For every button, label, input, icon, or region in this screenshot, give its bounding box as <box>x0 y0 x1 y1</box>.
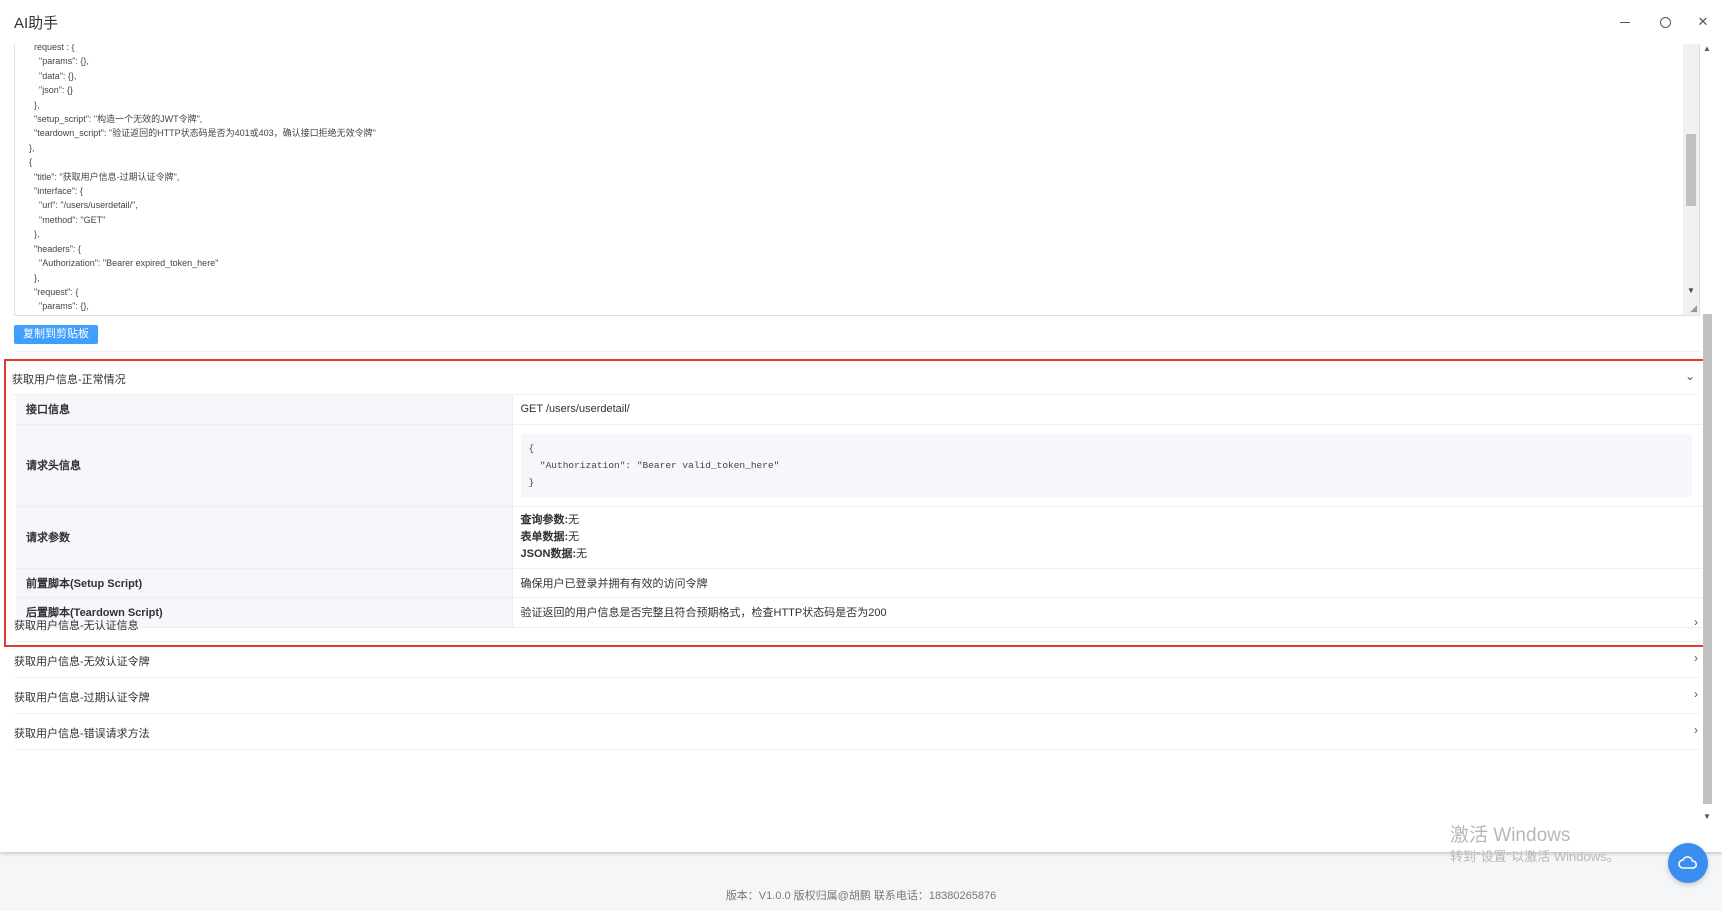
query-params-line: 查询参数:无 <box>521 512 1703 529</box>
minimize-icon[interactable] <box>1616 13 1634 31</box>
query-params-label: 查询参数: <box>520 513 569 526</box>
json-data-label: JSON数据: <box>520 547 577 560</box>
scroll-down-arrow-icon[interactable]: ▼ <box>1703 812 1711 821</box>
panel-header[interactable]: 获取用户信息-正常情况 ⌄ <box>12 361 1698 395</box>
headers-json: { "Authorization": "Bearer valid_token_h… <box>520 433 1692 497</box>
table-row: 请求参数 查询参数:无 表单数据:无 JSON数据:无 <box>16 506 1703 569</box>
params-label: 请求参数 <box>16 506 513 569</box>
chevron-right-icon[interactable]: › <box>1694 723 1698 737</box>
table-row: 前置脚本(Setup Script) 确保用户已登录并拥有有效的访问令牌 <box>16 568 1702 598</box>
chevron-down-icon[interactable]: ⌄ <box>1682 369 1698 385</box>
resize-handle-icon[interactable]: ◢ <box>1690 303 1697 314</box>
headers-cell: { "Authorization": "Bearer valid_token_h… <box>512 424 1702 507</box>
result-code-text: request : { "params": {}, "data": {}, "j… <box>29 44 376 312</box>
test-case-panel-collapsed[interactable]: 获取用户信息-错误请求方法 › <box>14 714 1700 750</box>
json-data-value: 无 <box>576 547 588 560</box>
panel-title: 获取用户信息-正常情况 <box>12 374 126 386</box>
panel-title: 获取用户信息-无认证信息 <box>14 620 139 632</box>
maximize-icon[interactable] <box>1656 13 1674 31</box>
test-case-panel-collapsed[interactable]: 获取用户信息-过期认证令牌 › <box>14 678 1700 714</box>
windows-activation-watermark: 激活 Windows <box>1450 825 1571 846</box>
interface-label: 接口信息 <box>16 395 513 425</box>
textarea-scroll-thumb[interactable] <box>1686 134 1696 206</box>
divider <box>14 351 1700 352</box>
query-params-value: 无 <box>568 513 580 526</box>
cloud-assistant-button[interactable] <box>1668 843 1708 883</box>
setup-script-value: 确保用户已登录并拥有有效的访问令牌 <box>512 568 1702 598</box>
scroll-down-arrow-icon[interactable]: ▼ <box>1687 286 1695 295</box>
interface-value: GET /users/userdetail/ <box>512 395 1702 425</box>
chevron-right-icon[interactable]: › <box>1694 651 1698 665</box>
close-icon[interactable]: ✕ <box>1694 13 1712 31</box>
test-case-panel-collapsed[interactable]: 获取用户信息-无认证信息 › <box>14 606 1700 642</box>
form-data-label: 表单数据: <box>520 530 569 543</box>
panel-title: 获取用户信息-过期认证令牌 <box>14 692 150 704</box>
test-case-panel-collapsed[interactable]: 获取用户信息-无效认证令牌 › <box>14 642 1700 678</box>
app-root: AI助手 ✕ request : { "params": {}, "data":… <box>0 0 1722 911</box>
dialog-body: request : { "params": {}, "data": {}, "j… <box>0 44 1722 852</box>
textarea-scrollbar[interactable]: ▼ <box>1683 44 1699 315</box>
dialog-title: AI助手 <box>14 15 59 32</box>
form-data-value: 无 <box>568 530 580 543</box>
headers-label: 请求头信息 <box>16 424 513 507</box>
json-data-line: JSON数据:无 <box>521 546 1703 563</box>
params-cell: 查询参数:无 表单数据:无 JSON数据:无 <box>512 506 1703 569</box>
copy-to-clipboard-button[interactable]: 复制到剪贴板 <box>14 325 98 344</box>
scroll-up-arrow-icon[interactable]: ▲ <box>1703 44 1711 53</box>
result-textarea[interactable]: request : { "params": {}, "data": {}, "j… <box>14 44 1700 316</box>
test-case-detail-table: 接口信息 GET /users/userdetail/ 请求头信息 { "Aut… <box>16 395 1702 628</box>
panel-title: 获取用户信息-错误请求方法 <box>14 728 150 740</box>
ai-assistant-dialog: AI助手 ✕ request : { "params": {}, "data":… <box>0 0 1722 852</box>
form-data-line: 表单数据:无 <box>521 529 1703 546</box>
chevron-right-icon[interactable]: › <box>1694 615 1698 629</box>
panel-title: 获取用户信息-无效认证令牌 <box>14 656 150 668</box>
chevron-right-icon[interactable]: › <box>1694 687 1698 701</box>
dialog-titlebar: AI助手 ✕ <box>0 0 1722 44</box>
cloud-icon <box>1678 856 1698 869</box>
table-row: 请求头信息 { "Authorization": "Bearer valid_t… <box>16 424 1702 507</box>
dialog-scroll-thumb[interactable] <box>1703 314 1712 804</box>
dialog-scrollbar[interactable]: ▲ ▼ <box>1700 44 1714 824</box>
windows-activation-hint: 转到"设置"以激活 Windows。 <box>1450 849 1620 864</box>
table-row: 接口信息 GET /users/userdetail/ <box>16 395 1702 425</box>
page-footer: 版本：V1.0.0 版权归属@胡鹏 联系电话：18380265876 <box>725 890 997 902</box>
test-case-panel-expanded: 获取用户信息-正常情况 ⌄ 接口信息 GET /users/userdetail… <box>4 359 1708 647</box>
setup-script-label: 前置脚本(Setup Script) <box>16 568 513 598</box>
